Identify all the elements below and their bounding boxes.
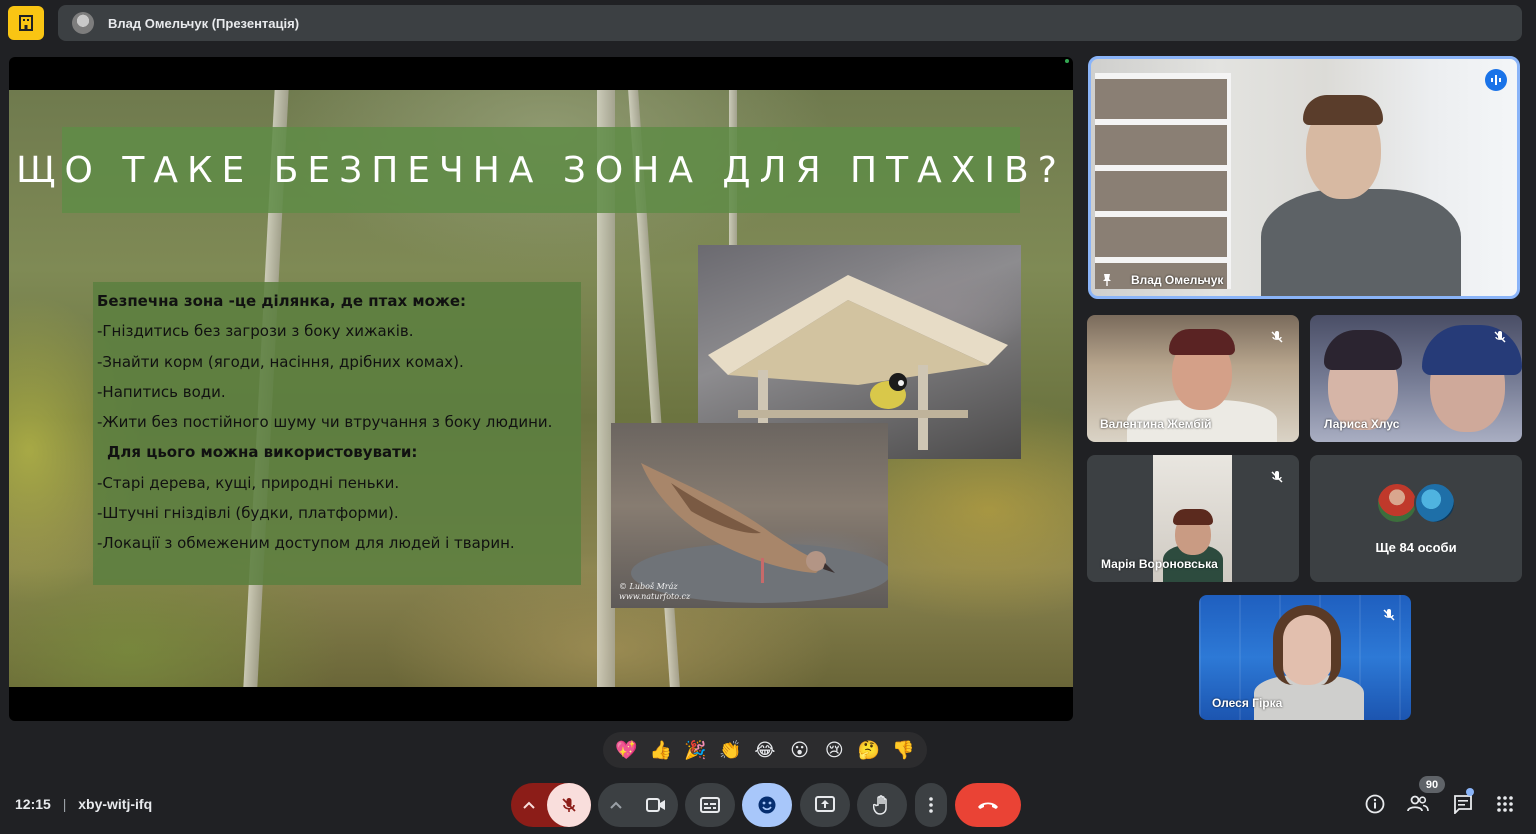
building-icon: [19, 15, 33, 31]
pin-icon[interactable]: [1099, 272, 1115, 288]
slide: ЩО ТАКЕ БЕЗПЕЧНА ЗОНА ДЛЯ ПТАХІВ? Безпеч…: [9, 90, 1073, 687]
photo-credit: © Luboš Mráz www.naturfoto.cz: [619, 582, 690, 602]
reaction-sad-button[interactable]: 😢: [818, 734, 850, 766]
reaction-clap-button[interactable]: 👏: [714, 734, 746, 766]
raise-hand-button[interactable]: [857, 783, 907, 827]
participant-avatar: [1376, 482, 1418, 524]
participant-tile-olesya[interactable]: Олеся Гірка: [1199, 595, 1411, 720]
chevron-up-icon: [610, 801, 622, 809]
chat-notification-dot: [1466, 788, 1474, 796]
slide-title-box: ЩО ТАКЕ БЕЗПЕЧНА ЗОНА ДЛЯ ПТАХІВ?: [16, 127, 1057, 213]
captions-button[interactable]: [685, 783, 735, 827]
photo-credit-line: www.naturfoto.cz: [619, 592, 691, 601]
meeting-info: 12:15 | xby-witj-ifq: [15, 796, 152, 812]
presentation-banner[interactable]: Влад Омельчук (Презентація): [58, 5, 1522, 41]
reaction-thumbs-down-button[interactable]: 👎: [888, 734, 920, 766]
participant-tile-larysa[interactable]: Лариса Хлус: [1310, 315, 1522, 442]
mic-options-button[interactable]: [511, 783, 547, 827]
live-indicator: [1065, 59, 1069, 63]
participant-name: Марія Вороновська: [1101, 557, 1218, 571]
participant-avatar: [1414, 482, 1456, 524]
reaction-laugh-button[interactable]: 😂: [749, 734, 781, 766]
reaction-thumbs-up-button[interactable]: 👍: [645, 734, 677, 766]
reaction-heart-button[interactable]: 💖: [610, 734, 642, 766]
speaker-body: [1261, 189, 1461, 296]
slide-text-line: -Локації з обмеженим доступом для людей …: [97, 534, 515, 553]
participant-count-badge: 90: [1419, 776, 1445, 793]
home-button[interactable]: [8, 6, 44, 40]
reaction-party-button[interactable]: 🎉: [680, 734, 712, 766]
reaction-surprised-button[interactable]: 😮: [784, 734, 816, 766]
mic-control-group: [511, 783, 591, 827]
reactions-bar: 💖 👍 🎉 👏 😂 😮 😢 🤔 👎: [603, 732, 927, 768]
video-camera-icon: [646, 798, 665, 812]
presenter-avatar: [72, 12, 94, 34]
slide-text-line: Безпечна зона -це ділянка, де птах може:: [97, 292, 467, 310]
present-screen-button[interactable]: [800, 783, 850, 827]
participant-hair: [1173, 509, 1213, 525]
clock-time: 12:15: [15, 796, 51, 812]
reaction-thinking-button[interactable]: 🤔: [853, 734, 885, 766]
slide-text-line: -Знайти корм (ягоди, насіння, дрібних ко…: [97, 352, 464, 371]
hand-icon: [873, 795, 887, 815]
speaker-hair: [1303, 95, 1383, 125]
speaker-name: Влад Омельчук: [1131, 273, 1224, 287]
participant-hair: [1273, 605, 1341, 685]
presenter-title: Влад Омельчук (Презентація): [108, 15, 300, 31]
dove-photo: © Luboš Mráz www.naturfoto.cz: [611, 423, 888, 608]
slide-text-line: Для цього можна використовувати:: [107, 443, 418, 462]
mic-toggle-button[interactable]: [547, 783, 591, 827]
camera-control-group: [598, 783, 678, 827]
meet-window: Влад Омельчук (Презентація) ЩО ТАКЕ БЕЗП…: [0, 0, 1536, 834]
meeting-details-button[interactable]: [1362, 791, 1388, 817]
slide-text-line: -Жити без постійного шуму чи втручання з…: [97, 413, 553, 432]
info-separator: |: [62, 796, 67, 812]
slide-text-line: -Старі дерева, кущі, природні пеньки.: [97, 473, 400, 492]
slide-text-line: -Гніздитись без загрози з боку хижаків.: [97, 322, 414, 341]
chat-icon: [1454, 795, 1472, 814]
hang-up-icon: [978, 802, 998, 809]
meeting-code[interactable]: xby-witj-ifq: [78, 796, 152, 812]
slide-title: ЩО ТАКЕ БЕЗПЕЧНА ЗОНА ДЛЯ ПТАХІВ?: [16, 149, 1066, 191]
slide-text-box: Безпечна зона -це ділянка, де птах може:…: [93, 282, 581, 585]
more-participants-label: Ще 84 особи: [1375, 540, 1457, 555]
present-screen-icon: [815, 796, 835, 812]
speaker-tile[interactable]: Влад Омельчук: [1088, 56, 1520, 299]
participant-tile-valentyna[interactable]: Валентина Жембій: [1087, 315, 1299, 442]
mic-off-icon: [562, 798, 576, 812]
participant-name: Валентина Жембій: [1100, 417, 1212, 431]
activities-button[interactable]: [1492, 791, 1518, 817]
bookshelf: [1095, 73, 1231, 289]
camera-toggle-button[interactable]: [634, 783, 678, 827]
dove-illustration: [631, 463, 888, 603]
participant-name: Олеся Гірка: [1212, 696, 1283, 710]
more-vert-icon: [929, 797, 933, 813]
slide-text-line: -Напитись води.: [97, 382, 226, 401]
more-participants-tile[interactable]: Ще 84 особи: [1310, 455, 1522, 582]
chevron-up-icon: [523, 801, 535, 809]
captions-icon: [700, 797, 720, 813]
more-options-button[interactable]: [915, 783, 947, 827]
people-button[interactable]: [1405, 791, 1431, 817]
slide-text-line: -Штучні гніздівлі (будки, платформи).: [97, 504, 399, 523]
participant-hair: [1324, 330, 1402, 370]
mic-off-icon: [1265, 325, 1289, 349]
mic-off-icon: [1488, 325, 1512, 349]
presentation-stage[interactable]: ЩО ТАКЕ БЕЗПЕЧНА ЗОНА ДЛЯ ПТАХІВ? Безпеч…: [9, 57, 1073, 721]
participant-tile-mariya[interactable]: Марія Вороновська: [1087, 455, 1299, 582]
smiley-icon: [758, 796, 776, 814]
participant-name: Лариса Хлус: [1324, 417, 1400, 431]
apps-grid-icon: [1497, 796, 1513, 812]
people-icon: [1407, 795, 1429, 812]
participant-hair: [1169, 329, 1235, 355]
reactions-button[interactable]: [742, 783, 792, 827]
photo-credit-line: © Luboš Mráz: [619, 582, 678, 591]
mic-off-icon: [1377, 603, 1401, 627]
info-icon: [1365, 794, 1385, 814]
leave-call-button[interactable]: [955, 783, 1021, 827]
camera-options-button[interactable]: [598, 783, 634, 827]
speaking-indicator-icon: [1485, 69, 1507, 91]
mic-off-icon: [1265, 465, 1289, 489]
